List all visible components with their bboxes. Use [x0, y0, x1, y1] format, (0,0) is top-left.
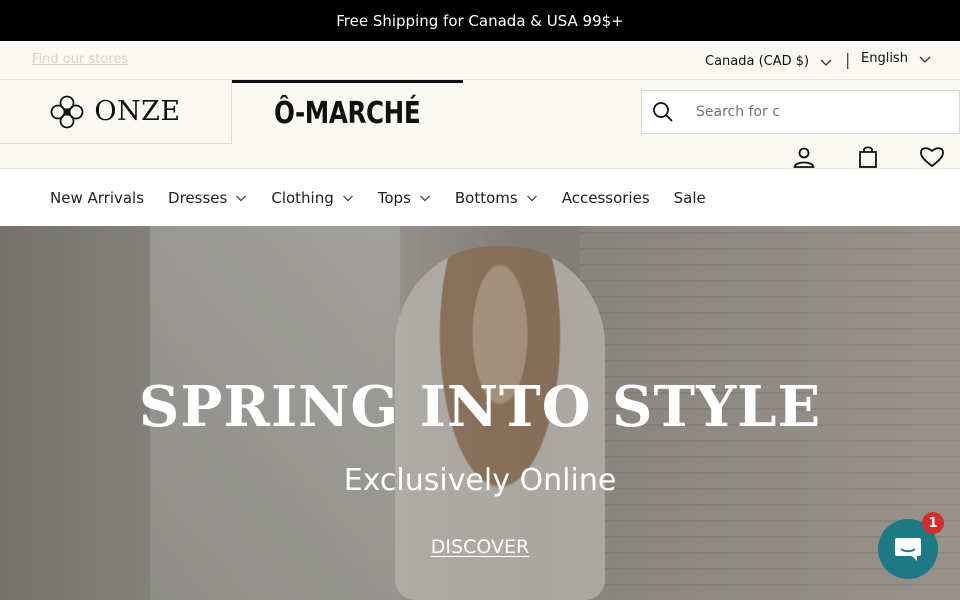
chevron-down-icon — [236, 195, 247, 201]
language-selector[interactable]: English — [861, 51, 932, 66]
nav-item-clothing[interactable]: Clothing — [271, 189, 353, 207]
nav-item-accessories[interactable]: Accessories — [562, 189, 650, 207]
user-icon — [793, 147, 815, 168]
omarche-logo-tab[interactable]: Ô-MARCHÉ — [232, 80, 463, 144]
cart-button[interactable] — [855, 144, 881, 170]
nav-item-label: Accessories — [561, 188, 650, 207]
discover-link[interactable]: DISCOVER — [431, 536, 529, 558]
onze-logo-tab[interactable]: ONZE — [0, 80, 232, 144]
search-bar[interactable] — [641, 90, 960, 134]
shopping-bag-icon — [859, 146, 877, 168]
announcement-bar: Free Shipping for Canada & USA 99$+ — [0, 0, 960, 41]
onze-logo-text: ONZE — [94, 96, 181, 127]
nav-item-dresses[interactable]: Dresses — [168, 189, 247, 207]
nav-item-bottoms[interactable]: Bottoms — [455, 189, 538, 207]
utility-divider: | — [845, 50, 851, 69]
nav-item-label: Sale — [673, 188, 706, 207]
hero-subtitle: Exclusively Online — [343, 463, 617, 498]
hero-cta-container: DISCOVER — [0, 536, 960, 558]
chevron-down-icon — [820, 59, 832, 66]
nav-item-label: Clothing — [271, 188, 334, 207]
store-locator-link[interactable]: Find our stores — [32, 52, 128, 67]
nav-item-sale[interactable]: Sale — [674, 189, 706, 207]
omarche-logo-text: Ô-MARCHÉ — [274, 96, 421, 131]
language-label: English — [861, 51, 908, 66]
nav-item-label: Tops — [377, 188, 411, 207]
nav-item-label: Bottoms — [454, 188, 518, 207]
currency-label: Canada (CAD $) — [705, 54, 810, 69]
search-input[interactable] — [696, 104, 916, 120]
announcement-text: Free Shipping for Canada & USA 99$+ — [336, 11, 624, 30]
account-button[interactable] — [791, 144, 817, 170]
nav-item-new-arrivals[interactable]: New Arrivals — [50, 189, 144, 207]
search-icon[interactable] — [652, 101, 674, 123]
chevron-down-icon — [342, 195, 353, 201]
nav-item-tops[interactable]: Tops — [378, 189, 431, 207]
onze-flower-icon — [50, 95, 84, 128]
currency-selector[interactable]: Canada (CAD $) — [705, 54, 833, 69]
hero-title: SPRING INTO STYLE — [138, 374, 822, 440]
brand-bar: ONZE Ô-MARCHÉ — [0, 80, 960, 169]
chevron-down-icon — [919, 56, 931, 63]
heart-icon — [920, 147, 944, 168]
chevron-down-icon — [419, 195, 430, 201]
chevron-down-icon — [526, 195, 537, 201]
chat-notification-badge: 1 — [922, 512, 944, 534]
main-navigation: New Arrivals Dresses Clothing Tops Botto… — [0, 169, 960, 226]
wishlist-button[interactable] — [919, 144, 945, 170]
nav-item-label: Dresses — [168, 188, 228, 207]
utility-bar: Find our stores Canada (CAD $) | English — [0, 41, 960, 80]
hero-banner: SPRING INTO STYLE Exclusively Online DIS… — [0, 226, 960, 600]
chat-bubble-icon — [895, 538, 921, 561]
nav-item-label: New Arrivals — [50, 188, 145, 207]
